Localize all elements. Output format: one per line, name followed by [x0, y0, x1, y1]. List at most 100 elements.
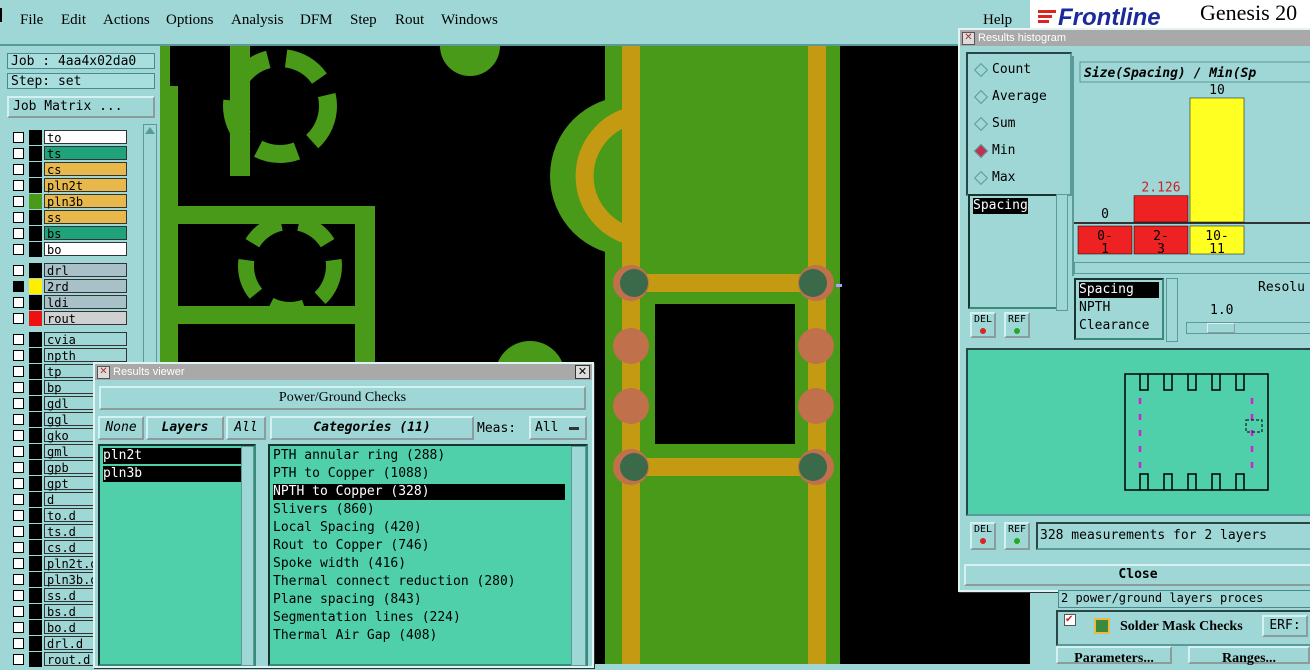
layer-color-swatch[interactable] [29, 412, 42, 427]
power-ground-header[interactable]: Power/Ground Checks [99, 386, 586, 410]
layer-checkbox[interactable] [13, 180, 24, 191]
attr-clearance[interactable]: Clearance [1079, 318, 1149, 334]
menu-file[interactable]: File [20, 12, 43, 29]
resolution-slider[interactable] [1186, 322, 1310, 334]
layer-checkbox[interactable] [13, 622, 24, 633]
layer-name[interactable]: ts [44, 146, 127, 161]
layer-color-swatch[interactable] [29, 588, 42, 603]
slider-thumb[interactable] [1207, 323, 1235, 333]
menu-rout[interactable]: Rout [395, 12, 424, 29]
menu-dfm[interactable]: DFM [300, 12, 333, 29]
layer-color-swatch[interactable] [29, 178, 42, 193]
category-item[interactable]: Rout to Copper (746) [273, 538, 430, 554]
menu-windows[interactable]: Windows [441, 12, 498, 29]
window-menu-icon[interactable]: ✕ [97, 366, 110, 379]
layer-checkbox[interactable] [13, 366, 24, 377]
layer-row-ss[interactable]: ss [10, 210, 130, 225]
layer-color-swatch[interactable] [29, 492, 42, 507]
layer-name[interactable]: to [44, 130, 127, 145]
category-item[interactable]: Thermal connect reduction (280) [273, 574, 516, 590]
layer-color-swatch[interactable] [29, 311, 42, 326]
layer-color-swatch[interactable] [29, 295, 42, 310]
layer-checkbox[interactable] [13, 510, 24, 521]
erf-button[interactable]: ERF: [1262, 615, 1308, 637]
menu-step[interactable]: Step [350, 12, 377, 29]
ref-button-bottom[interactable]: REF [1004, 522, 1030, 550]
layer-row-ldi[interactable]: ldi [10, 295, 130, 310]
layer-color-swatch[interactable] [29, 396, 42, 411]
job-matrix-button[interactable]: Job Matrix ... [7, 96, 155, 118]
layer-checkbox[interactable] [13, 265, 24, 276]
attr-npth[interactable]: NPTH [1079, 300, 1110, 316]
parameters-button[interactable]: Parameters... [1056, 646, 1172, 666]
layer-color-swatch[interactable] [29, 263, 42, 278]
layer-color-swatch[interactable] [29, 279, 42, 294]
layer-checkbox[interactable] [13, 398, 24, 409]
layer-color-swatch[interactable] [29, 364, 42, 379]
layer-checkbox[interactable] [13, 350, 24, 361]
layer-checkbox[interactable] [13, 297, 24, 308]
layer-row-bo[interactable]: bo [10, 242, 130, 257]
window-menu-icon[interactable]: ✕ [962, 32, 975, 45]
categories-list[interactable]: PTH annular ring (288) PTH to Copper (108… [268, 444, 588, 666]
layer-color-swatch[interactable] [29, 130, 42, 145]
layer-checkbox[interactable] [13, 574, 24, 585]
layer-name[interactable]: ldi [44, 295, 127, 310]
layer-color-swatch[interactable] [29, 162, 42, 177]
layer-color-swatch[interactable] [29, 332, 42, 347]
layer-row-bs[interactable]: bs [10, 226, 130, 241]
category-item[interactable]: PTH annular ring (288) [273, 448, 445, 464]
layer-color-swatch[interactable] [29, 242, 42, 257]
layer-name[interactable]: bo [44, 242, 127, 257]
solder-mask-label[interactable]: Solder Mask Checks [1120, 619, 1243, 635]
all-layers-button[interactable]: All [226, 416, 266, 440]
layer-name[interactable]: pln2t [44, 178, 127, 193]
layer-row-cs[interactable]: cs [10, 162, 130, 177]
layer-checkbox[interactable] [13, 558, 24, 569]
layer-checkbox[interactable] [13, 196, 24, 207]
layer-checkbox[interactable] [13, 526, 24, 537]
layer-row-drl[interactable]: drl [10, 263, 130, 278]
attr-panel[interactable]: Spacing NPTH Clearance [1074, 278, 1164, 340]
histogram-hscrollbar[interactable] [1074, 262, 1310, 274]
layer-checkbox[interactable] [13, 542, 24, 553]
layer-results-scrollbar[interactable] [241, 446, 254, 666]
layer-name[interactable]: bs [44, 226, 127, 241]
layer-row-pln3b[interactable]: pln3b [10, 194, 130, 209]
menu-options[interactable]: Options [166, 12, 214, 29]
layer-checkbox[interactable] [13, 638, 24, 649]
results-viewer-close-icon[interactable]: ✕ [575, 365, 590, 379]
layer-result-item[interactable]: pln2t [103, 448, 241, 464]
categories-scrollbar[interactable] [571, 446, 586, 666]
layer-checkbox[interactable] [13, 590, 24, 601]
layer-name[interactable]: cvia [44, 332, 127, 347]
layer-row-npth[interactable]: npth [10, 348, 130, 363]
layer-color-swatch[interactable] [29, 348, 42, 363]
attr-list-scrollbar[interactable] [1056, 194, 1068, 311]
layer-checkbox[interactable] [13, 478, 24, 489]
layer-checkbox[interactable] [13, 606, 24, 617]
layer-color-swatch[interactable] [29, 476, 42, 491]
layer-row-2rd[interactable]: 2rd [10, 279, 130, 294]
layer-name[interactable]: pln3b [44, 194, 127, 209]
meas-select[interactable]: All [529, 416, 587, 440]
layer-checkbox[interactable] [13, 654, 24, 665]
layer-color-swatch[interactable] [29, 572, 42, 587]
histogram-attr-list[interactable]: Spacing [968, 194, 1058, 309]
category-item[interactable]: Thermal Air Gap (408) [273, 628, 437, 644]
layer-color-swatch[interactable] [29, 428, 42, 443]
layer-name[interactable]: cs [44, 162, 127, 177]
layer-row-to[interactable]: to [10, 130, 130, 145]
layer-row-ts[interactable]: ts [10, 146, 130, 161]
layer-row-pln2t[interactable]: pln2t [10, 178, 130, 193]
attr-panel-scrollbar[interactable] [1166, 278, 1178, 342]
layer-row-cvia[interactable]: cvia [10, 332, 130, 347]
layer-checkbox[interactable] [13, 430, 24, 441]
layer-color-swatch[interactable] [29, 226, 42, 241]
layer-row-rout[interactable]: rout [10, 311, 130, 326]
layer-color-swatch[interactable] [29, 194, 42, 209]
menu-analysis[interactable]: Analysis [231, 12, 284, 29]
layer-color-swatch[interactable] [29, 380, 42, 395]
layer-checkbox[interactable] [13, 494, 24, 505]
categories-button[interactable]: Categories (11) [270, 416, 474, 440]
